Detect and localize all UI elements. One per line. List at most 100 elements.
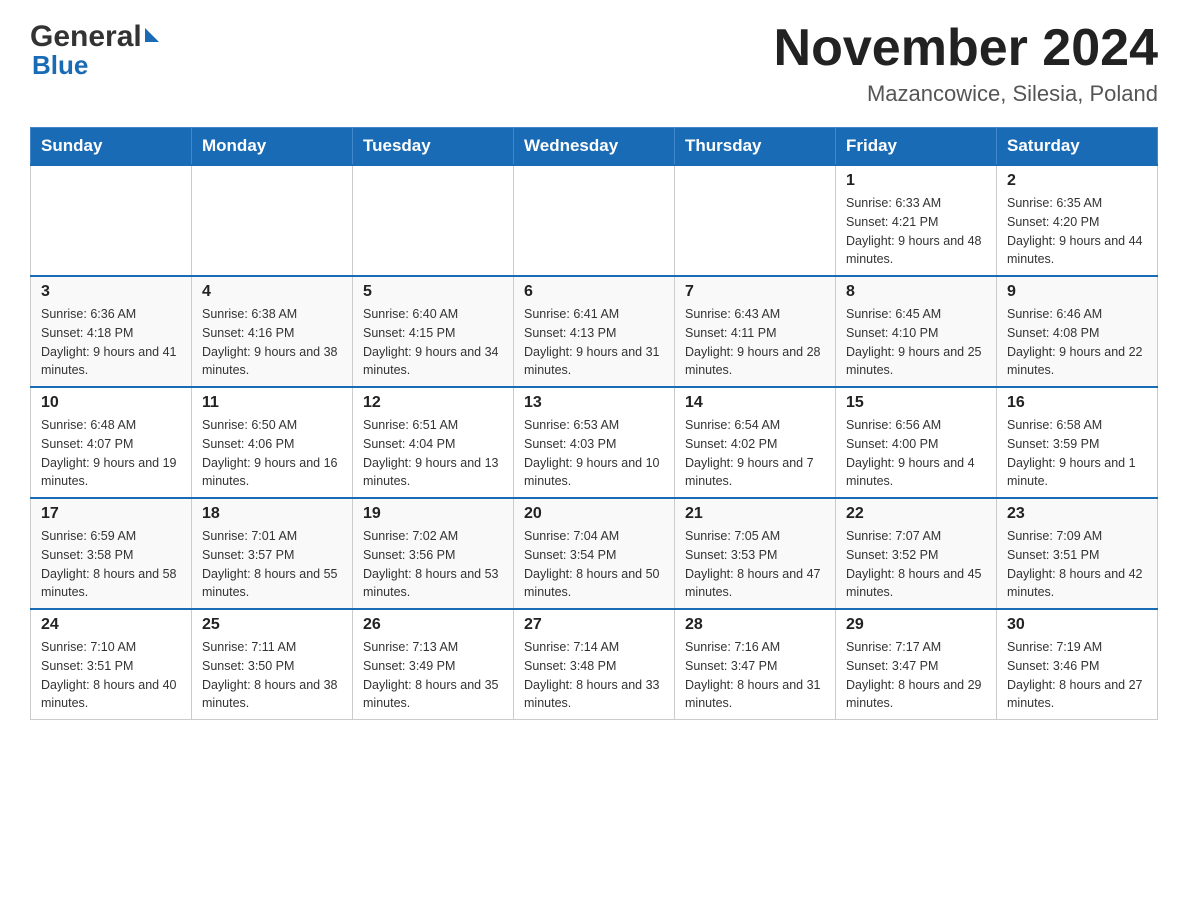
calendar-cell: 28 Sunrise: 7:16 AMSunset: 3:47 PMDayligh… [675,609,836,720]
day-number: 27 [524,616,664,634]
week-row-5: 24 Sunrise: 7:10 AMSunset: 3:51 PMDayligh… [31,609,1158,720]
calendar-cell: 1 Sunrise: 6:33 AMSunset: 4:21 PMDaylight… [836,165,997,276]
day-number: 29 [846,616,986,634]
day-number: 6 [524,283,664,301]
week-row-2: 3 Sunrise: 6:36 AMSunset: 4:18 PMDaylight… [31,276,1158,387]
header-thursday: Thursday [675,128,836,166]
day-info: Sunrise: 6:48 AMSunset: 4:07 PMDaylight:… [41,416,181,491]
day-number: 17 [41,505,181,523]
calendar-cell: 13 Sunrise: 6:53 AMSunset: 4:03 PMDayligh… [514,387,675,498]
day-info: Sunrise: 6:56 AMSunset: 4:00 PMDaylight:… [846,416,986,491]
day-number: 11 [202,394,342,412]
day-info: Sunrise: 7:13 AMSunset: 3:49 PMDaylight:… [363,638,503,713]
day-number: 21 [685,505,825,523]
day-number: 13 [524,394,664,412]
header-saturday: Saturday [997,128,1158,166]
day-info: Sunrise: 7:05 AMSunset: 3:53 PMDaylight:… [685,527,825,602]
calendar-cell: 23Sunrise: 7:09 AMSunset: 3:51 PMDayligh… [997,498,1158,609]
calendar-cell: 29 Sunrise: 7:17 AMSunset: 3:47 PMDayligh… [836,609,997,720]
day-info: Sunrise: 7:10 AMSunset: 3:51 PMDaylight:… [41,638,181,713]
day-info: Sunrise: 6:58 AMSunset: 3:59 PMDaylight:… [1007,416,1147,491]
calendar-cell: 25Sunrise: 7:11 AMSunset: 3:50 PMDayligh… [192,609,353,720]
day-info: Sunrise: 6:43 AMSunset: 4:11 PMDaylight:… [685,305,825,380]
calendar-cell: 21 Sunrise: 7:05 AMSunset: 3:53 PMDayligh… [675,498,836,609]
calendar-cell: 27 Sunrise: 7:14 AMSunset: 3:48 PMDayligh… [514,609,675,720]
calendar-cell: 26Sunrise: 7:13 AMSunset: 3:49 PMDayligh… [353,609,514,720]
day-info: Sunrise: 6:54 AMSunset: 4:02 PMDaylight:… [685,416,825,491]
day-number: 9 [1007,283,1147,301]
calendar-cell: 30 Sunrise: 7:19 AMSunset: 3:46 PMDayligh… [997,609,1158,720]
calendar-cell: 22 Sunrise: 7:07 AMSunset: 3:52 PMDayligh… [836,498,997,609]
day-info: Sunrise: 6:50 AMSunset: 4:06 PMDaylight:… [202,416,342,491]
calendar-cell: 15 Sunrise: 6:56 AMSunset: 4:00 PMDayligh… [836,387,997,498]
day-info: Sunrise: 7:04 AMSunset: 3:54 PMDaylight:… [524,527,664,602]
day-number: 15 [846,394,986,412]
calendar-cell: 17 Sunrise: 6:59 AMSunset: 3:58 PMDayligh… [31,498,192,609]
day-info: Sunrise: 6:51 AMSunset: 4:04 PMDaylight:… [363,416,503,491]
calendar-cell: 9 Sunrise: 6:46 AMSunset: 4:08 PMDaylight… [997,276,1158,387]
calendar-table: Sunday Monday Tuesday Wednesday Thursday… [30,127,1158,720]
week-row-4: 17 Sunrise: 6:59 AMSunset: 3:58 PMDayligh… [31,498,1158,609]
calendar-cell: 4Sunrise: 6:38 AMSunset: 4:16 PMDaylight… [192,276,353,387]
day-info: Sunrise: 7:01 AMSunset: 3:57 PMDaylight:… [202,527,342,602]
day-info: Sunrise: 6:36 AMSunset: 4:18 PMDaylight:… [41,305,181,380]
calendar-cell: 8 Sunrise: 6:45 AMSunset: 4:10 PMDaylight… [836,276,997,387]
day-number: 1 [846,172,986,190]
day-info: Sunrise: 6:38 AMSunset: 4:16 PMDaylight:… [202,305,342,380]
month-title: November 2024 [774,20,1158,77]
day-number: 14 [685,394,825,412]
day-number: 20 [524,505,664,523]
day-number: 24 [41,616,181,634]
day-info: Sunrise: 7:16 AMSunset: 3:47 PMDaylight:… [685,638,825,713]
day-number: 22 [846,505,986,523]
calendar-cell: 5Sunrise: 6:40 AMSunset: 4:15 PMDaylight… [353,276,514,387]
logo-blue-text: Blue [30,50,159,81]
day-number: 18 [202,505,342,523]
day-info: Sunrise: 6:45 AMSunset: 4:10 PMDaylight:… [846,305,986,380]
day-info: Sunrise: 6:46 AMSunset: 4:08 PMDaylight:… [1007,305,1147,380]
day-info: Sunrise: 6:59 AMSunset: 3:58 PMDaylight:… [41,527,181,602]
day-info: Sunrise: 7:07 AMSunset: 3:52 PMDaylight:… [846,527,986,602]
calendar-cell: 18 Sunrise: 7:01 AMSunset: 3:57 PMDayligh… [192,498,353,609]
weekday-header-row: Sunday Monday Tuesday Wednesday Thursday… [31,128,1158,166]
header-tuesday: Tuesday [353,128,514,166]
header-wednesday: Wednesday [514,128,675,166]
calendar-cell: 10 Sunrise: 6:48 AMSunset: 4:07 PMDayligh… [31,387,192,498]
logo: General Blue [30,20,159,81]
day-number: 28 [685,616,825,634]
day-info: Sunrise: 6:35 AMSunset: 4:20 PMDaylight:… [1007,194,1147,269]
day-number: 12 [363,394,503,412]
calendar-cell [514,165,675,276]
day-info: Sunrise: 7:14 AMSunset: 3:48 PMDaylight:… [524,638,664,713]
day-info: Sunrise: 6:41 AMSunset: 4:13 PMDaylight:… [524,305,664,380]
page-header: General Blue November 2024 Mazancowice, … [30,20,1158,107]
header-sunday: Sunday [31,128,192,166]
day-info: Sunrise: 6:53 AMSunset: 4:03 PMDaylight:… [524,416,664,491]
week-row-1: 1 Sunrise: 6:33 AMSunset: 4:21 PMDaylight… [31,165,1158,276]
day-number: 30 [1007,616,1147,634]
logo-arrow-icon [145,28,159,42]
day-info: Sunrise: 6:33 AMSunset: 4:21 PMDaylight:… [846,194,986,269]
day-number: 8 [846,283,986,301]
week-row-3: 10 Sunrise: 6:48 AMSunset: 4:07 PMDayligh… [31,387,1158,498]
logo-general-text: General [30,20,142,54]
calendar-cell: 20 Sunrise: 7:04 AMSunset: 3:54 PMDayligh… [514,498,675,609]
calendar-cell: 6 Sunrise: 6:41 AMSunset: 4:13 PMDaylight… [514,276,675,387]
calendar-cell [353,165,514,276]
title-block: November 2024 Mazancowice, Silesia, Pola… [774,20,1158,107]
calendar-cell [192,165,353,276]
day-number: 3 [41,283,181,301]
calendar-cell: 3 Sunrise: 6:36 AMSunset: 4:18 PMDaylight… [31,276,192,387]
day-number: 23 [1007,505,1147,523]
day-info: Sunrise: 7:19 AMSunset: 3:46 PMDaylight:… [1007,638,1147,713]
day-info: Sunrise: 7:17 AMSunset: 3:47 PMDaylight:… [846,638,986,713]
day-info: Sunrise: 7:11 AMSunset: 3:50 PMDaylight:… [202,638,342,713]
day-info: Sunrise: 7:02 AMSunset: 3:56 PMDaylight:… [363,527,503,602]
calendar-cell: 12 Sunrise: 6:51 AMSunset: 4:04 PMDayligh… [353,387,514,498]
day-number: 10 [41,394,181,412]
calendar-cell [675,165,836,276]
calendar-cell: 7 Sunrise: 6:43 AMSunset: 4:11 PMDaylight… [675,276,836,387]
header-friday: Friday [836,128,997,166]
day-number: 7 [685,283,825,301]
day-info: Sunrise: 6:40 AMSunset: 4:15 PMDaylight:… [363,305,503,380]
